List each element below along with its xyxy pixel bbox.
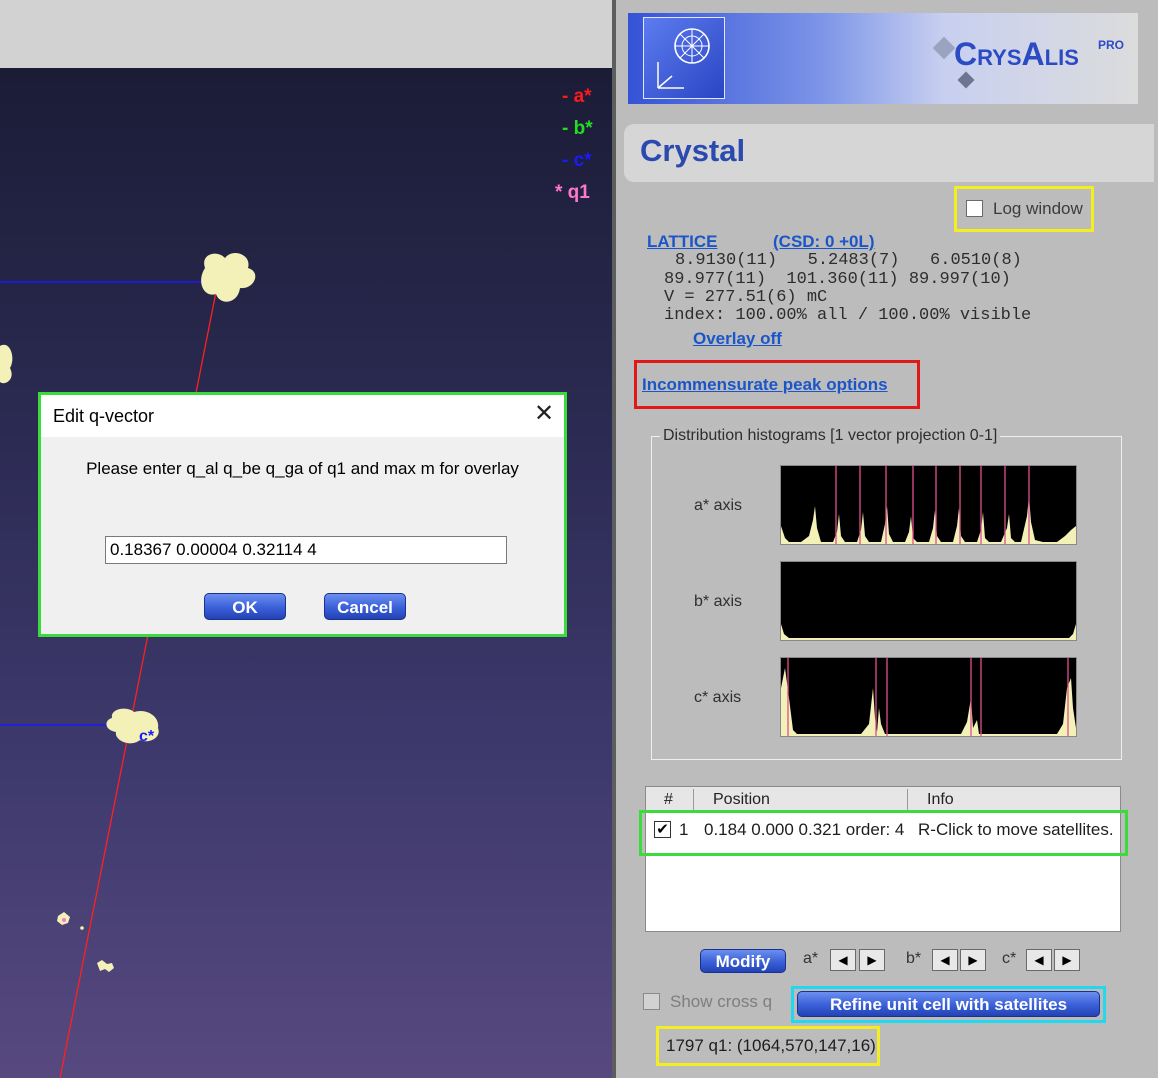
dialog-title: Edit q-vector xyxy=(53,406,155,426)
c-star-tag: c* xyxy=(139,728,155,745)
axis-legend-q1: * q1 xyxy=(555,182,590,203)
log-window-checkbox[interactable] xyxy=(966,200,983,217)
peak-blob xyxy=(0,344,13,384)
row-enable-checkbox[interactable]: ✔ xyxy=(654,821,671,838)
b-star-stepper-label: b* xyxy=(906,950,922,967)
histogram-a-star xyxy=(780,465,1077,545)
satellite-peak xyxy=(62,918,66,922)
row-info: R-Click to move satellites. xyxy=(918,820,1114,839)
viewer-toolbar-area xyxy=(0,0,616,68)
column-header-number[interactable]: # xyxy=(664,791,673,809)
modify-button[interactable]: Modify xyxy=(700,949,786,973)
status-text: 1797 q1: (1064,570,147,16) xyxy=(666,1036,876,1055)
lattice-angles: 89.977(11) 101.360(11) 89.997(10) xyxy=(664,270,1011,289)
log-window-label[interactable]: Log window xyxy=(993,199,1083,219)
crysalis-logo: CrysAlis xyxy=(954,36,1079,72)
c-star-decrease-icon[interactable]: ◀ xyxy=(1026,949,1052,971)
column-header-position[interactable]: Position xyxy=(713,791,770,809)
edit-q-vector-dialog: Edit q-vector ✕ Please enter q_al q_be q… xyxy=(38,392,567,637)
a-star-increase-icon[interactable]: ▶ xyxy=(859,949,885,971)
column-divider xyxy=(693,789,694,810)
peak-small xyxy=(97,960,114,972)
histogram-b-label: b* axis xyxy=(694,593,743,610)
b-star-increase-icon[interactable]: ▶ xyxy=(960,949,986,971)
c-star-increase-icon[interactable]: ▶ xyxy=(1054,949,1080,971)
axis-legend-a: - a* xyxy=(562,86,592,107)
c-star-stepper-label: c* xyxy=(1002,950,1017,967)
indexing-info: index: 100.00% all / 100.00% visible xyxy=(664,306,1032,325)
a-star-decrease-icon[interactable]: ◀ xyxy=(830,949,856,971)
histogram-c-label: c* axis xyxy=(694,689,742,706)
row-position: 0.184 0.000 0.321 order: 4 xyxy=(704,820,905,839)
refine-unit-cell-button[interactable]: Refine unit cell with satellites xyxy=(797,991,1100,1017)
close-icon[interactable]: ✕ xyxy=(531,401,557,427)
cancel-button[interactable]: Cancel xyxy=(324,593,406,620)
peak-small xyxy=(80,926,84,930)
axis-legend-b: - b* xyxy=(562,118,593,139)
ok-button[interactable]: OK xyxy=(204,593,286,620)
lattice-params: 8.9130(11) 5.2483(7) 6.0510(8) xyxy=(675,251,1022,270)
show-cross-q-checkbox[interactable] xyxy=(643,993,660,1010)
q-vector-input[interactable] xyxy=(105,536,507,564)
peak-blob xyxy=(201,253,256,302)
show-cross-q-label: Show cross q xyxy=(670,992,773,1011)
histogram-c-star xyxy=(780,657,1077,737)
axis-legend-c: - c* xyxy=(562,150,592,171)
row-number: 1 xyxy=(679,820,689,839)
overlay-off-link[interactable]: Overlay off xyxy=(693,329,782,349)
crystal-sphere-icon xyxy=(643,17,725,99)
crysalis-logo-pro: PRO xyxy=(1098,38,1125,52)
histogram-b-star xyxy=(780,561,1077,641)
csd-link[interactable]: (CSD: 0 +0L) xyxy=(773,232,875,252)
incommensurate-peak-options-link[interactable]: Incommensurate peak options xyxy=(642,375,888,395)
b-star-decrease-icon[interactable]: ◀ xyxy=(932,949,958,971)
column-divider xyxy=(907,789,908,810)
column-header-info[interactable]: Info xyxy=(927,791,954,809)
panel-title: Crystal xyxy=(640,133,746,168)
a-star-stepper-label: a* xyxy=(803,950,819,967)
distribution-histograms-title: Distribution histograms [1 vector projec… xyxy=(660,427,1001,445)
dialog-prompt: Please enter q_al q_be q_ga of q1 and ma… xyxy=(86,459,519,478)
lattice-link[interactable]: LATTICE xyxy=(647,232,718,252)
histogram-a-label: a* axis xyxy=(694,497,743,514)
cell-volume: V = 277.51(6) mC xyxy=(664,288,828,307)
